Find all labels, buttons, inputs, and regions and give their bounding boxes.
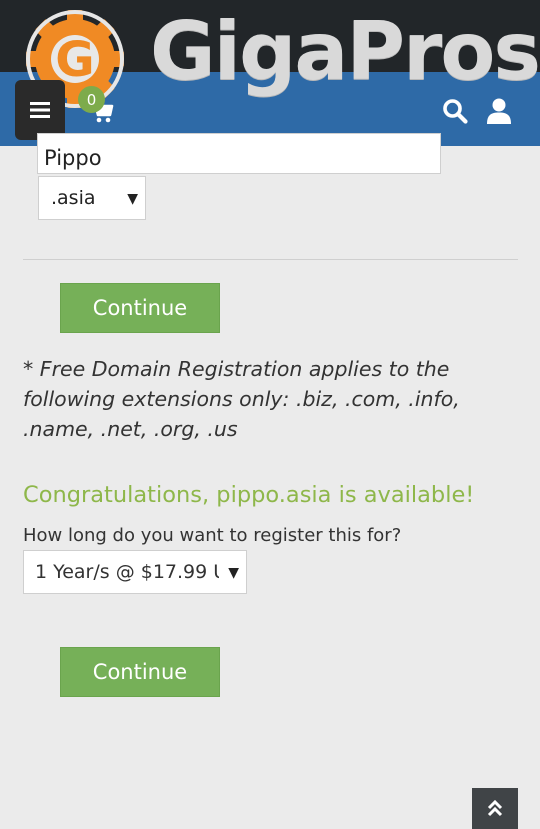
user-icon[interactable]: [486, 97, 512, 125]
registration-period-select[interactable]: 1 Year/s @ $17.99 USD ▼: [23, 550, 247, 594]
dropdown-caret-icon: ▼: [224, 565, 239, 581]
registration-period-value: 1 Year/s @ $17.99 USD: [35, 561, 219, 583]
search-icon[interactable]: [442, 98, 468, 124]
dropdown-caret-icon: ▼: [127, 191, 138, 207]
double-chevron-up-icon: [487, 799, 503, 816]
tld-selected-value: .asia: [51, 187, 96, 209]
section-divider: [23, 259, 518, 260]
cart-count-badge: 0: [78, 86, 105, 113]
tld-select[interactable]: .asia ▼: [38, 176, 146, 220]
note-asterisk: *: [23, 357, 34, 381]
domain-input[interactable]: [37, 133, 441, 174]
back-to-top-button[interactable]: [472, 788, 518, 829]
availability-message: Congratulations, pippo.asia is available…: [23, 482, 475, 508]
brand-name[interactable]: GigaPros: [150, 12, 540, 92]
menu-icon: [30, 102, 50, 118]
menu-button[interactable]: [15, 80, 65, 140]
free-domain-note: * Free Domain Registration applies to th…: [23, 354, 523, 444]
continue-button-bottom[interactable]: Continue: [60, 647, 220, 697]
registration-period-label: How long do you want to register this fo…: [23, 525, 402, 546]
continue-button-top[interactable]: Continue: [60, 283, 220, 333]
note-text: Free Domain Registration applies to the …: [23, 357, 460, 441]
